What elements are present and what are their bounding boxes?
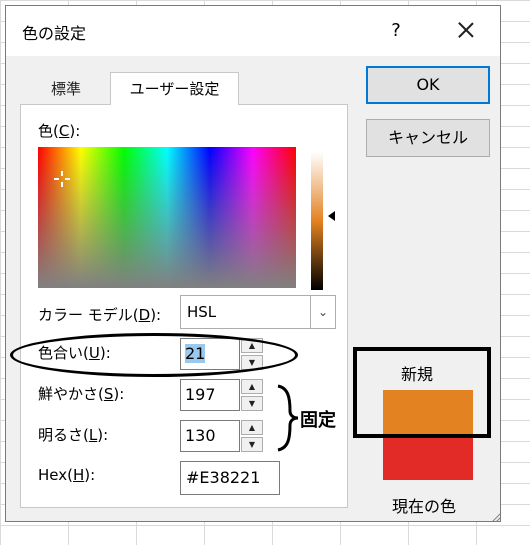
tab-standard[interactable]: 標準 (20, 73, 112, 105)
saturation-label: 鮮やかさ(S): (38, 385, 125, 403)
dialog-titlebar: 色の設定 ? (6, 6, 500, 56)
resize-grip-icon[interactable] (490, 510, 500, 521)
tab-custom[interactable]: ユーザー設定 (110, 72, 239, 105)
spin-up-icon[interactable]: ▲ (241, 379, 263, 394)
spin-down-icon[interactable]: ▼ (241, 396, 263, 411)
lightness-spinner[interactable]: ▲ ▼ (241, 420, 263, 452)
current-color-label: 現在の色 (392, 497, 457, 516)
luminance-arrow-icon[interactable] (328, 211, 335, 221)
annotation-fixed-label: 固定 (300, 410, 336, 431)
hex-label: Hex(H): (38, 466, 96, 484)
color-settings-dialog: 色の設定 ? 標準 ユーザー設定 色(C): カラー モデル(D): HSL ⌄… (5, 5, 501, 522)
lightness-input[interactable]: 130 (180, 420, 240, 452)
annotation-brace-icon (277, 384, 299, 452)
chevron-down-icon[interactable]: ⌄ (310, 296, 335, 328)
saturation-spinner[interactable]: ▲ ▼ (241, 379, 263, 411)
saturation-input[interactable]: 197 (180, 379, 240, 411)
spin-up-icon[interactable]: ▲ (241, 420, 263, 435)
close-icon[interactable] (454, 18, 478, 42)
ok-button[interactable]: OK (366, 66, 490, 104)
color-label: 色(C): (38, 122, 81, 140)
help-button[interactable]: ? (384, 20, 408, 44)
color-model-select[interactable]: HSL ⌄ (180, 295, 336, 329)
crosshair-icon[interactable] (54, 171, 70, 187)
annotation-rectangle (353, 347, 491, 438)
color-model-value: HSL (187, 303, 217, 321)
current-color-swatch (383, 434, 473, 480)
dialog-title: 色の設定 (22, 24, 87, 43)
cancel-button[interactable]: キャンセル (366, 119, 490, 157)
annotation-ellipse (10, 333, 298, 377)
lightness-label: 明るさ(L): (38, 426, 109, 444)
color-model-label: カラー モデル(D): (38, 306, 162, 324)
color-spectrum-picker[interactable] (38, 147, 296, 288)
luminance-slider[interactable] (311, 152, 323, 290)
spin-down-icon[interactable]: ▼ (241, 437, 263, 452)
hex-input[interactable]: #E38221 (180, 461, 280, 495)
